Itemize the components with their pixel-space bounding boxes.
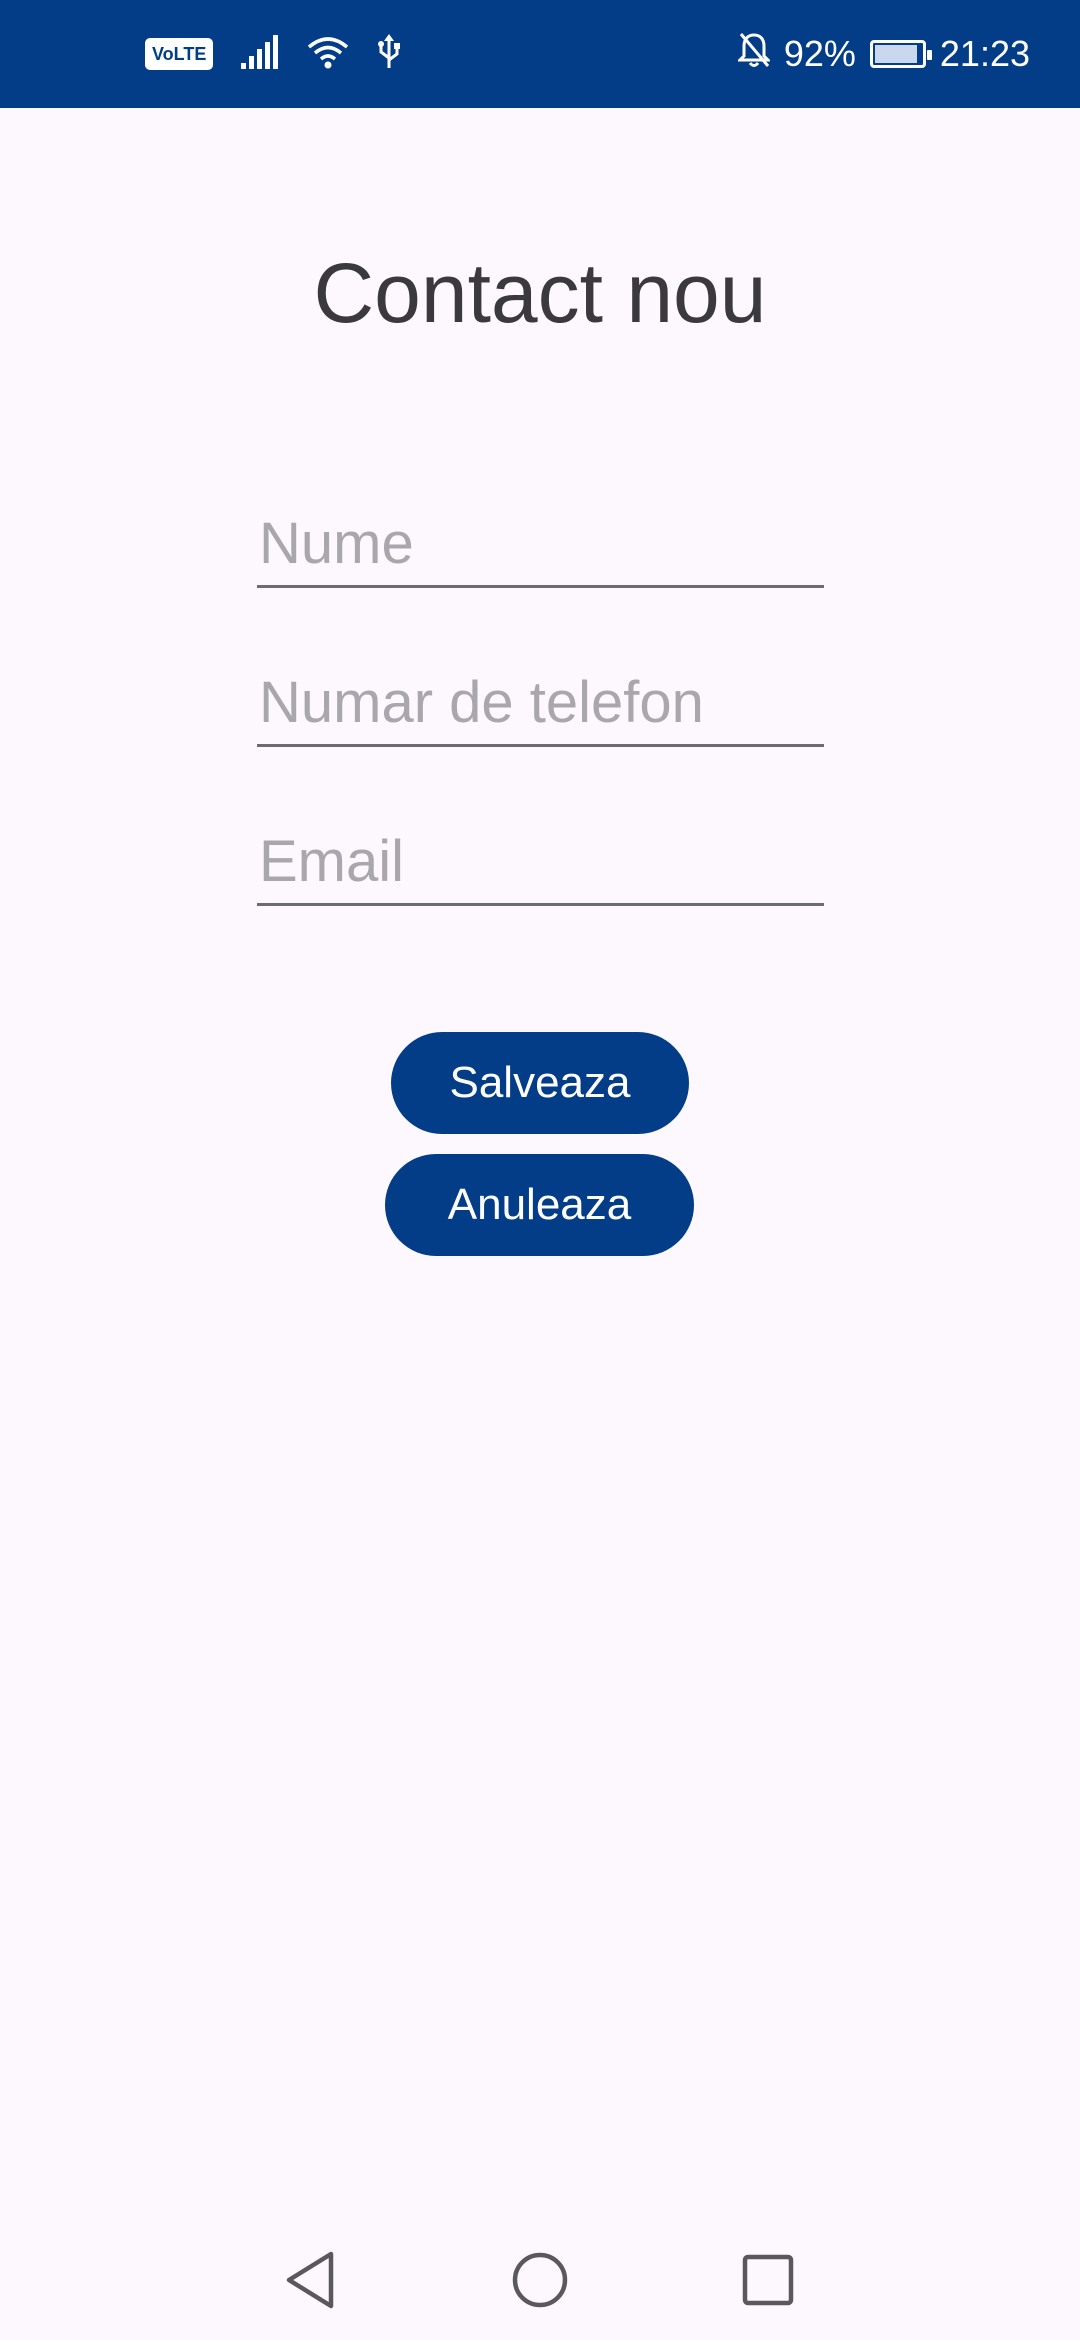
cancel-button[interactable]: Anuleaza (385, 1154, 694, 1256)
name-field[interactable]: Nume (257, 498, 824, 588)
page-title: Contact nou (313, 246, 767, 340)
phone-field[interactable]: Numar de telefon (257, 657, 824, 747)
volte-badge: VoLTE (145, 38, 214, 70)
recents-icon[interactable] (708, 2220, 828, 2340)
back-icon[interactable] (250, 2220, 370, 2340)
email-field[interactable]: Email (257, 816, 824, 906)
phone-placeholder: Numar de telefon (259, 670, 704, 735)
status-left: VoLTE (145, 0, 401, 108)
save-button[interactable]: Salveaza (391, 1032, 689, 1134)
status-bar: VoLTE 92% 21:23 (0, 0, 1080, 108)
home-icon[interactable] (480, 2220, 600, 2340)
usb-icon (377, 33, 401, 75)
signal-icon (241, 34, 279, 74)
mute-bell-icon (736, 32, 772, 77)
battery-percent: 92% (783, 33, 856, 74)
email-placeholder: Email (259, 829, 405, 894)
battery-charging-icon (869, 40, 932, 68)
wifi-icon (307, 35, 349, 74)
status-time: 21:23 (939, 33, 1030, 74)
battery-fill (874, 45, 917, 63)
status-right: 92% 21:23 (736, 0, 1030, 108)
navigation-bar (0, 2220, 1080, 2340)
name-placeholder: Nume (259, 511, 414, 576)
